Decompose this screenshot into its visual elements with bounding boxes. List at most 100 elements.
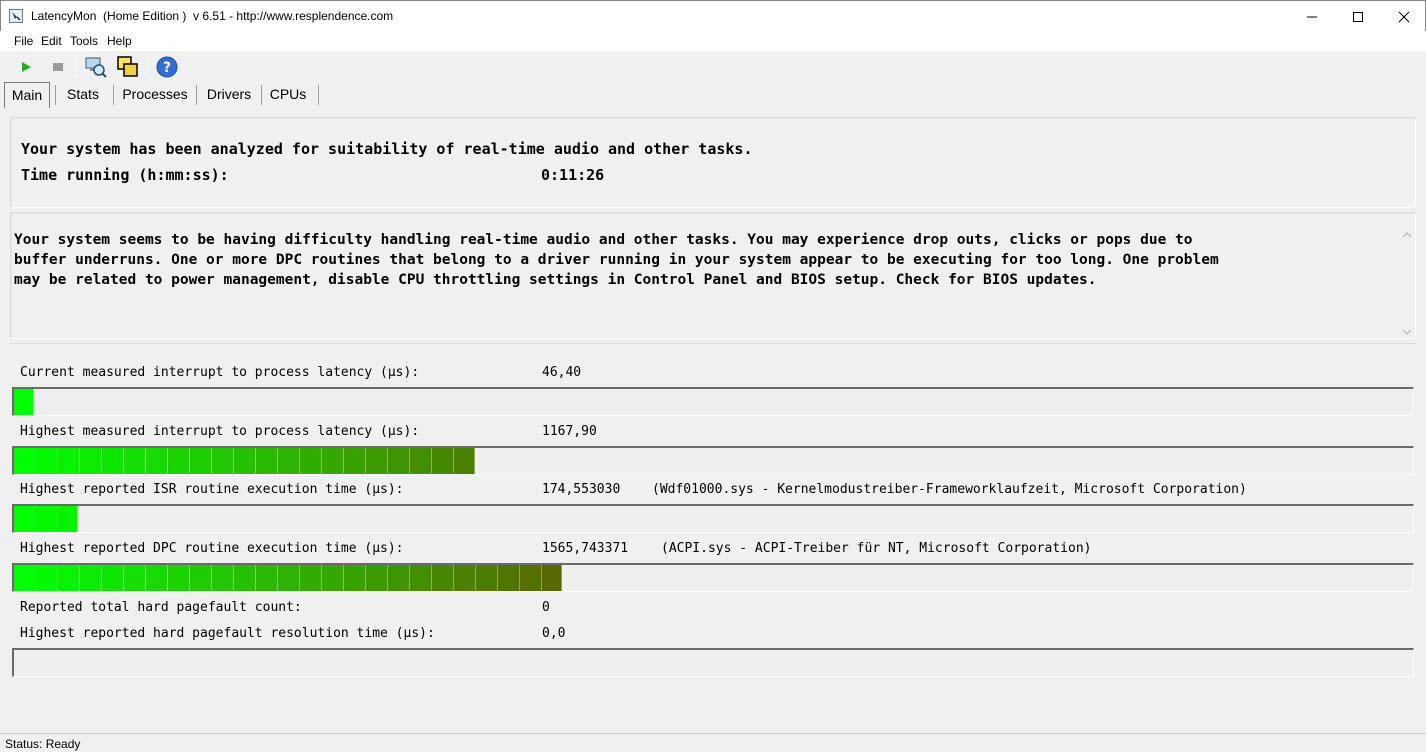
- assessment-line-2: buffer underruns. One or more DPC routin…: [14, 252, 1219, 268]
- assessment-scrollbar[interactable]: [1398, 213, 1415, 338]
- bar-segment: [212, 448, 234, 474]
- current-latency-bar: [12, 387, 1414, 416]
- bar-segment: [80, 565, 102, 591]
- process-search-icon: [85, 57, 107, 78]
- menu-help[interactable]: Help: [107, 34, 132, 48]
- minimize-button[interactable]: [1289, 1, 1335, 32]
- highest-latency-bar: [12, 446, 1414, 475]
- window-title: LatencyMon (Home Edition ) v 6.51 - http…: [31, 9, 394, 23]
- bar-segment: [476, 565, 498, 591]
- current-latency-value: 46,40: [542, 365, 582, 380]
- bar-segment: [542, 565, 562, 591]
- tab-cpus-label: CPUs: [269, 86, 307, 102]
- bar-segment: [300, 448, 322, 474]
- bar-segment: [36, 506, 58, 532]
- title-bar: LatencyMon (Home Edition ) v 6.51 - http…: [0, 0, 1426, 31]
- bar-segment: [410, 565, 432, 591]
- bar-segment: [278, 565, 300, 591]
- bar-segment: [322, 448, 344, 474]
- bar-segment: [146, 448, 168, 474]
- pagefault-time-label: Highest reported hard pagefault resoluti…: [20, 626, 435, 641]
- scroll-down-icon[interactable]: [1402, 328, 1412, 336]
- bar-segment: [124, 448, 146, 474]
- start-button[interactable]: [14, 55, 38, 79]
- tab-stats-label: Stats: [67, 86, 99, 102]
- close-icon: [1398, 11, 1410, 22]
- svg-text:?: ?: [163, 60, 171, 76]
- bar-segment: [14, 565, 36, 591]
- bar-segment: [432, 448, 454, 474]
- tab-separator: [261, 85, 262, 105]
- latencymon-app-icon: [9, 9, 23, 23]
- bar-segment: [146, 565, 168, 591]
- menu-edit[interactable]: Edit: [41, 34, 62, 48]
- pagefault-count-label: Reported total hard pagefault count:: [20, 600, 302, 615]
- bar-segment: [190, 448, 212, 474]
- stop-icon: [53, 63, 63, 71]
- tab-processes-label: Processes: [122, 86, 188, 102]
- bar-segment: [36, 448, 58, 474]
- highest-dpc-label: Highest reported DPC routine execution t…: [20, 541, 404, 556]
- bar-segment: [256, 448, 278, 474]
- bar-segment: [366, 565, 388, 591]
- help-icon: ?: [156, 56, 178, 78]
- bar-segment: [14, 506, 36, 532]
- tab-main[interactable]: Main: [4, 82, 50, 108]
- windows-button[interactable]: [116, 55, 140, 79]
- tab-stats[interactable]: Stats: [60, 82, 106, 108]
- analyzed-text: Your system has been analyzed for suitab…: [21, 140, 753, 158]
- current-latency-label: Current measured interrupt to process la…: [20, 365, 420, 380]
- maximize-button[interactable]: [1335, 1, 1381, 32]
- bar-segment: [212, 565, 234, 591]
- time-running-value: 0:11:26: [541, 166, 605, 184]
- bar-segment: [322, 565, 344, 591]
- tab-cpus[interactable]: CPUs: [266, 82, 310, 108]
- bar-segment: [58, 448, 80, 474]
- bar-segment: [36, 565, 58, 591]
- bar-segment: [454, 565, 476, 591]
- bar-segment: [58, 565, 80, 591]
- highest-latency-label: Highest measured interrupt to process la…: [20, 424, 420, 439]
- highest-isr-bar: [12, 504, 1414, 533]
- bar-segment: [388, 448, 410, 474]
- help-button[interactable]: ?: [155, 55, 179, 79]
- bar-segment: [102, 448, 124, 474]
- bar-segment: [14, 448, 36, 474]
- bar-segment: [278, 448, 300, 474]
- menu-file[interactable]: File: [14, 34, 33, 48]
- highest-isr-value: 174,553030: [542, 482, 621, 497]
- summary-panel: Your system has been analyzed for suitab…: [10, 117, 1416, 208]
- bar-segment: [454, 448, 475, 474]
- close-button[interactable]: [1381, 1, 1426, 32]
- tab-separator: [113, 85, 114, 105]
- toolbar-separator: [146, 56, 147, 78]
- bar-segment: [388, 565, 410, 591]
- assessment-line-3: may be related to power management, disa…: [14, 272, 1097, 288]
- tab-drivers[interactable]: Drivers: [202, 82, 256, 108]
- tab-main-label: Main: [11, 87, 43, 103]
- bar-segment: [58, 506, 78, 532]
- tab-strip: Main Stats Processes Drivers CPUs: [0, 82, 1426, 108]
- tab-separator: [196, 85, 197, 105]
- pagefault-count-value: 0: [542, 600, 550, 615]
- highest-isr-driver: (Wdf01000.sys - Kernelmodustreiber-Frame…: [652, 482, 1247, 497]
- bar-segment: [168, 565, 190, 591]
- menu-tools[interactable]: Tools: [70, 34, 98, 48]
- highest-latency-value: 1167,90: [542, 424, 597, 439]
- bar-segment: [366, 448, 388, 474]
- assessment-line-1: Your system seems to be having difficult…: [14, 232, 1193, 248]
- bar-segment: [256, 565, 278, 591]
- tab-processes[interactable]: Processes: [120, 82, 190, 108]
- assessment-panel: Your system seems to be having difficult…: [10, 212, 1416, 339]
- process-search-button[interactable]: [84, 55, 108, 79]
- minimize-icon: [1307, 16, 1317, 17]
- stop-button[interactable]: [46, 55, 70, 79]
- play-icon: [22, 62, 31, 72]
- bar-segment: [80, 448, 102, 474]
- toolbar-separator: [75, 56, 76, 78]
- bar-segment: [168, 448, 190, 474]
- tab-drivers-label: Drivers: [206, 86, 252, 102]
- scroll-up-icon[interactable]: [1402, 231, 1412, 239]
- maximize-icon: [1353, 11, 1363, 22]
- bar-segment: [344, 565, 366, 591]
